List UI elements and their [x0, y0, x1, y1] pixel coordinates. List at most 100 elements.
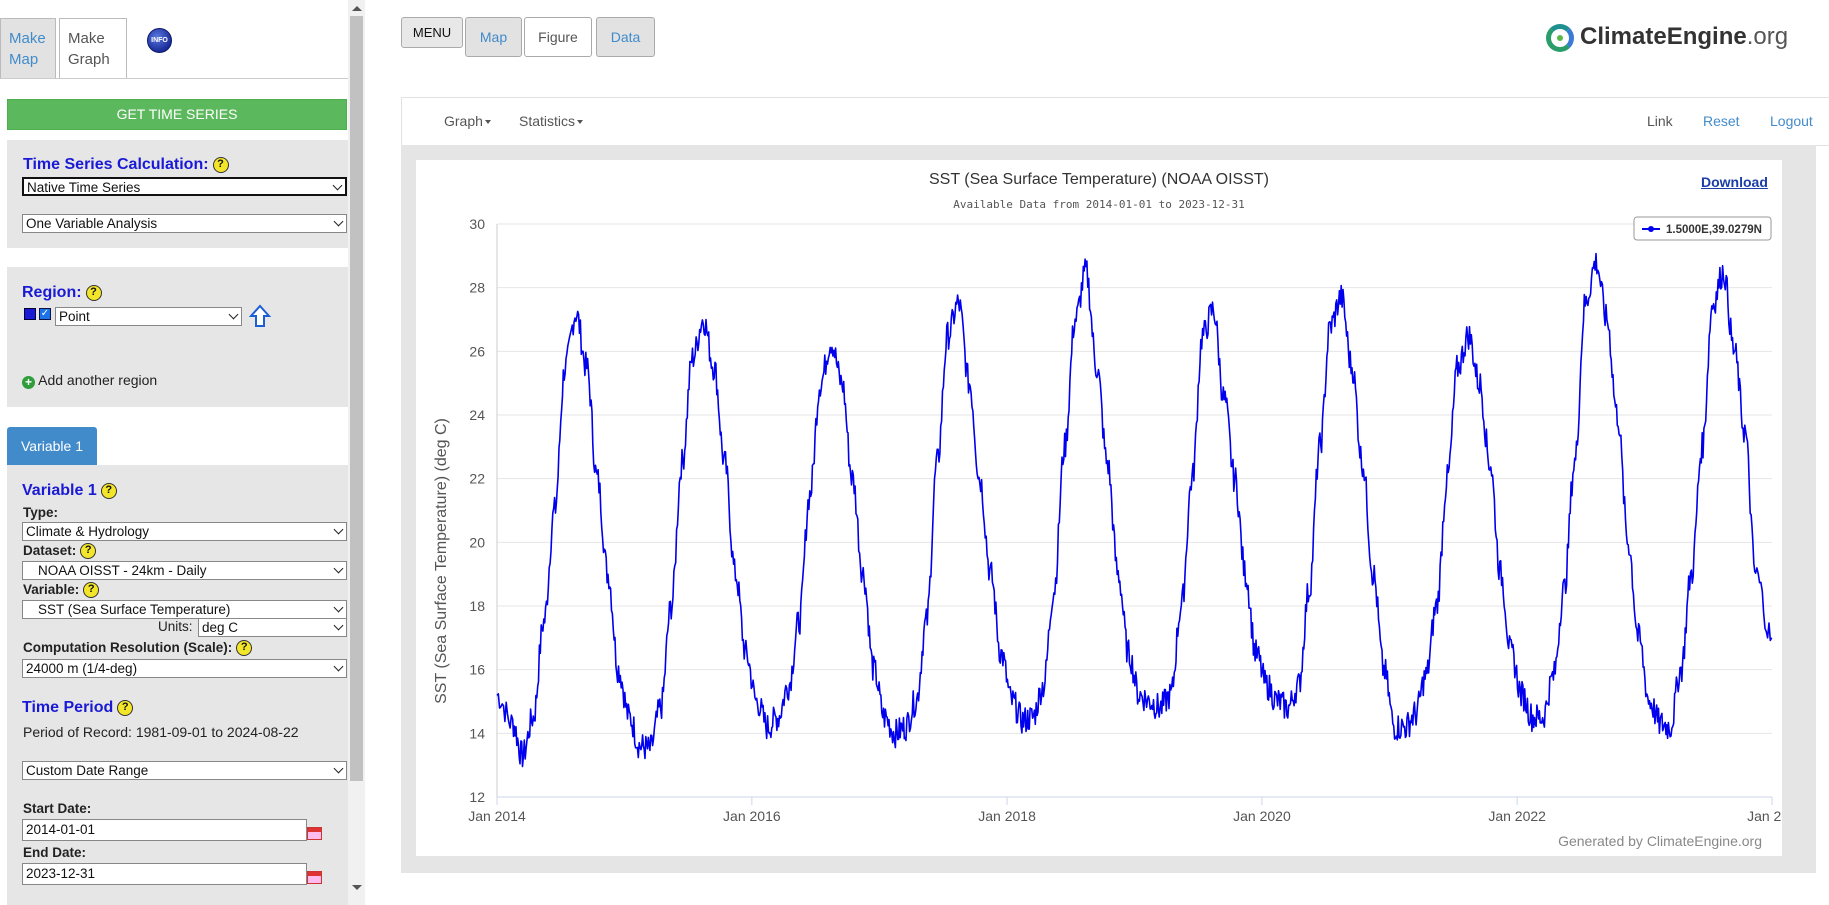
ts-calc-select[interactable]: Native Time Series — [22, 177, 347, 196]
dataset-select[interactable]: NOAA OISST - 24km - Daily — [22, 561, 347, 580]
chevron-down-icon — [333, 216, 344, 227]
graph-menu[interactable]: Graph — [444, 98, 491, 144]
logo-domain-text: .org — [1746, 23, 1789, 50]
help-icon[interactable]: ? — [85, 284, 102, 301]
x-tick-label: Jan 2014 — [468, 808, 526, 824]
figure-navbar: Graph Statistics Link Reset Logout — [401, 97, 1829, 146]
help-icon[interactable]: ? — [83, 582, 100, 599]
chart-credit: Generated by ClimateEngine.org — [1558, 833, 1762, 849]
region-section: Region:? ✓ Point + Add another region — [7, 267, 348, 407]
help-icon[interactable]: ? — [100, 482, 117, 499]
chevron-down-icon — [333, 563, 344, 574]
left-panel: Make Map Make Graph INFO GET TIME SERIES… — [0, 0, 348, 905]
variable-1-tab[interactable]: Variable 1 — [7, 427, 97, 465]
resolution-value: 24000 m (1/4-deg) — [26, 661, 138, 676]
help-icon[interactable]: ? — [212, 156, 229, 173]
variable-select[interactable]: SST (Sea Surface Temperature) — [22, 600, 347, 619]
units-label: Units: — [158, 619, 193, 634]
resolution-label-text: Computation Resolution (Scale): — [23, 640, 233, 655]
y-tick-label: 20 — [469, 534, 485, 550]
chevron-down-icon — [333, 602, 344, 613]
end-date-input[interactable]: 2023-12-31 — [22, 863, 307, 885]
y-tick-label: 14 — [469, 725, 485, 741]
start-date-label: Start Date: — [23, 801, 92, 816]
date-range-select[interactable]: Custom Date Range — [22, 761, 347, 780]
menu-button[interactable]: MENU — [401, 17, 463, 48]
calendar-icon[interactable] — [307, 871, 322, 884]
tab-make-map[interactable]: Make Map — [0, 18, 56, 79]
units-select[interactable]: deg C — [198, 618, 347, 637]
plus-icon: + — [22, 376, 35, 389]
tab-data[interactable]: Data — [596, 17, 655, 57]
y-tick-label: 12 — [469, 789, 485, 805]
download-link[interactable]: Download — [1701, 174, 1768, 190]
variable-title-text: Variable 1 — [22, 482, 97, 499]
tab-make-graph-line2: Graph — [68, 51, 110, 68]
help-icon[interactable]: ? — [117, 699, 134, 716]
time-period-title-text: Time Period — [22, 699, 114, 716]
get-time-series-button[interactable]: GET TIME SERIES — [7, 99, 347, 130]
chart-legend[interactable]: 1.5000E,39.0279N — [1633, 216, 1772, 241]
region-title: Region:? — [22, 284, 102, 302]
tab-divider — [0, 78, 348, 79]
variable-label: Variable:? — [23, 582, 100, 599]
calendar-icon[interactable] — [307, 827, 322, 840]
y-axis-label: SST (Sea Surface Temperature) (deg C) — [433, 418, 450, 704]
help-icon[interactable]: ? — [80, 543, 97, 560]
region-type-select[interactable]: Point — [55, 307, 242, 326]
y-tick-label: 30 — [469, 216, 485, 232]
chevron-down-icon — [332, 180, 343, 191]
caret-down-icon — [484, 120, 491, 125]
logo-icon — [1546, 24, 1574, 52]
dataset-label-text: Dataset: — [23, 543, 77, 558]
region-type-value: Point — [59, 309, 90, 324]
tab-make-map-line1: Make — [9, 30, 46, 47]
region-color-swatch[interactable] — [24, 308, 36, 320]
series-layer — [496, 252, 1773, 768]
reset-button[interactable]: Reset — [1703, 98, 1740, 144]
period-of-record: Period of Record: 1981-09-01 to 2024-08-… — [23, 724, 299, 740]
logo-text: ClimateEngine.org — [1580, 23, 1788, 51]
region-title-text: Region: — [22, 284, 82, 301]
help-icon[interactable]: ? — [236, 640, 253, 657]
variable-section: Variable 1? Type: Climate & Hydrology Da… — [7, 465, 348, 905]
scrollbar-thumb[interactable] — [350, 16, 363, 781]
analysis-type-select[interactable]: One Variable Analysis — [22, 214, 347, 233]
variable-value: SST (Sea Surface Temperature) — [38, 602, 231, 617]
ts-calc-select-value: Native Time Series — [27, 180, 141, 195]
sst-chart: SST (Sea Surface Temperature) (NOAA OISS… — [433, 171, 1782, 849]
resolution-select[interactable]: 24000 m (1/4-deg) — [22, 659, 347, 678]
region-checkbox[interactable]: ✓ — [39, 308, 51, 320]
x-tick-label: Jan 2022 — [1488, 808, 1546, 824]
tab-map[interactable]: Map — [465, 17, 522, 57]
logout-button[interactable]: Logout — [1770, 98, 1813, 144]
add-region-link[interactable]: + Add another region — [22, 372, 157, 389]
upload-arrow-icon[interactable] — [249, 304, 271, 328]
time-period-title: Time Period? — [22, 699, 134, 717]
tab-figure[interactable]: Figure — [524, 17, 592, 57]
type-select[interactable]: Climate & Hydrology — [22, 522, 347, 541]
scroll-down-icon[interactable] — [352, 885, 362, 890]
x-tick-label: Jan 2016 — [723, 808, 781, 824]
y-tick-label: 16 — [469, 662, 485, 678]
link-button[interactable]: Link — [1647, 98, 1673, 144]
type-value: Climate & Hydrology — [26, 524, 150, 539]
dataset-value: NOAA OISST - 24km - Daily — [38, 563, 207, 578]
end-date-value: 2023-12-31 — [26, 866, 96, 881]
statistics-menu-label: Statistics — [519, 113, 576, 129]
legend-dot-icon — [1648, 226, 1654, 232]
y-tick-label: 26 — [469, 343, 485, 359]
grid-lines — [497, 223, 1772, 734]
statistics-menu[interactable]: Statistics — [519, 98, 584, 144]
units-value: deg C — [202, 620, 239, 635]
info-icon[interactable]: INFO — [147, 28, 172, 53]
series-line — [496, 252, 1773, 768]
caret-down-icon — [577, 120, 584, 125]
tab-make-graph[interactable]: Make Graph — [59, 18, 127, 79]
scroll-up-icon[interactable] — [352, 6, 362, 11]
start-date-input[interactable]: 2014-01-01 — [22, 819, 307, 841]
chevron-down-icon — [333, 763, 344, 774]
y-tick-label: 28 — [469, 280, 485, 296]
ts-calc-title: Time Series Calculation:? — [23, 156, 229, 174]
dataset-label: Dataset:? — [23, 543, 97, 560]
